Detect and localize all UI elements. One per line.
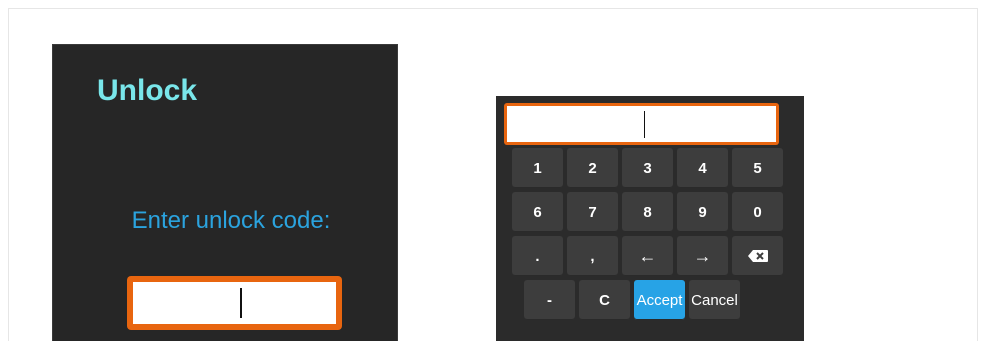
cancel-button[interactable]: Cancel <box>689 280 740 320</box>
unlock-dialog: Unlock Enter unlock code: <box>52 44 398 341</box>
accept-button[interactable]: Accept <box>634 280 685 320</box>
key-2[interactable]: 2 <box>567 148 618 188</box>
unlock-code-field-border <box>127 276 342 330</box>
key-0[interactable]: 0 <box>732 192 783 232</box>
key-3[interactable]: 3 <box>622 148 673 188</box>
keyboard-preview-input[interactable] <box>507 106 776 142</box>
keyboard-preview-border <box>504 103 779 145</box>
key-period[interactable]: . <box>512 236 563 276</box>
key-9[interactable]: 9 <box>677 192 728 232</box>
key-6[interactable]: 6 <box>512 192 563 232</box>
key-4[interactable]: 4 <box>677 148 728 188</box>
key-backspace[interactable] <box>732 236 783 276</box>
key-right-arrow[interactable]: → <box>677 236 728 276</box>
unlock-title: Unlock <box>97 74 198 107</box>
numeric-keyboard: 1 2 3 4 5 6 7 8 9 0 . , ← → - C Accept C… <box>496 96 804 341</box>
key-7[interactable]: 7 <box>567 192 618 232</box>
backspace-icon <box>747 250 768 262</box>
text-caret <box>240 288 242 318</box>
key-left-arrow[interactable]: ← <box>622 236 673 276</box>
key-comma[interactable]: , <box>567 236 618 276</box>
text-caret <box>644 111 645 138</box>
key-1[interactable]: 1 <box>512 148 563 188</box>
key-minus[interactable]: - <box>524 280 575 320</box>
page: Unlock Enter unlock code: 1 2 3 4 5 6 7 <box>0 0 984 341</box>
key-8[interactable]: 8 <box>622 192 673 232</box>
unlock-prompt: Enter unlock code: <box>131 207 331 234</box>
key-5[interactable]: 5 <box>732 148 783 188</box>
key-clear[interactable]: C <box>579 280 630 320</box>
unlock-code-input[interactable] <box>133 282 336 324</box>
